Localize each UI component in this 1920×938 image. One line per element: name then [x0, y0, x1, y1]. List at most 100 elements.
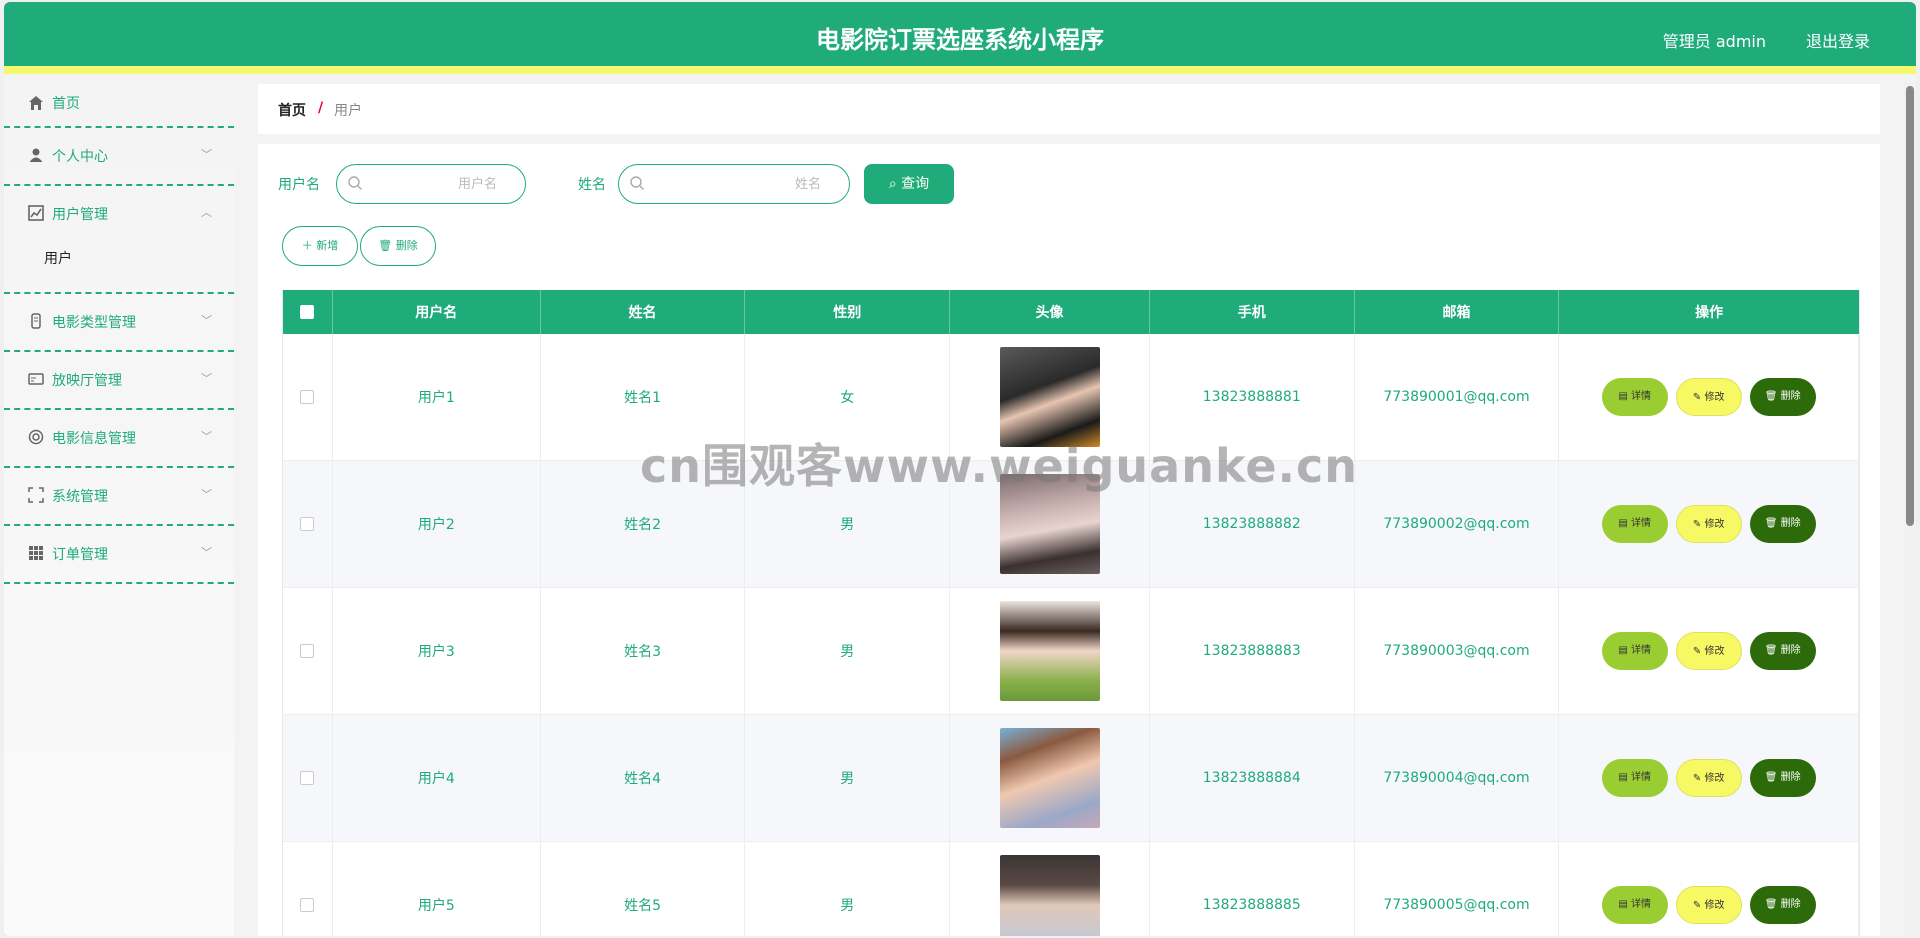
- table-row: 用户3 姓名3 男 13823888883 773890003@qq.com ▤…: [283, 588, 1859, 715]
- sidebar-subitem-user[interactable]: 用户: [44, 248, 72, 268]
- chevron-down-icon: ﹀: [201, 430, 212, 443]
- username-search-box[interactable]: [336, 164, 526, 204]
- ring-icon: [28, 429, 44, 445]
- username-search-input[interactable]: [367, 173, 497, 195]
- pencil-icon: ✎: [1692, 519, 1702, 530]
- row-checkbox[interactable]: [300, 644, 315, 658]
- cell-gender: 男: [745, 588, 951, 714]
- edit-button[interactable]: ✎ 修改: [1675, 759, 1742, 797]
- sidebar-item-movie-type[interactable]: 电影类型管理 ﹀: [4, 294, 234, 352]
- home-icon: [29, 96, 43, 110]
- detail-button[interactable]: ▤ 详情: [1601, 886, 1668, 924]
- chevron-down-icon: ﹀: [201, 314, 212, 327]
- row-checkbox[interactable]: [300, 517, 315, 531]
- edit-button[interactable]: ✎ 修改: [1675, 886, 1742, 924]
- row-delete-button[interactable]: 🗑 删除: [1749, 886, 1816, 924]
- cell-gender: 男: [745, 842, 951, 936]
- column-header-actions: 操作: [1695, 305, 1724, 321]
- query-button[interactable]: ⌕ 查询: [864, 164, 954, 204]
- search-icon: ⌕: [888, 176, 897, 192]
- detail-label: 详情: [1630, 391, 1651, 402]
- sidebar-item-label: 用户管理: [52, 207, 108, 223]
- sidebar-item-label: 首页: [52, 96, 80, 112]
- document-icon: ▤: [1618, 772, 1628, 783]
- chevron-down-icon: ﹀: [201, 148, 212, 161]
- detail-button[interactable]: ▤ 详情: [1601, 759, 1668, 797]
- row-delete-button[interactable]: 🗑 删除: [1749, 759, 1816, 797]
- avatar: [999, 855, 1100, 936]
- row-delete-button[interactable]: 🗑 删除: [1749, 378, 1816, 416]
- film-icon: [31, 313, 41, 329]
- edit-label: 修改: [1704, 773, 1725, 784]
- table-header: 用户名 姓名 性别 头像 手机 邮箱 操作: [283, 290, 1859, 334]
- edit-label: 修改: [1704, 519, 1725, 530]
- edit-button[interactable]: ✎ 修改: [1675, 378, 1742, 416]
- trash-icon: 🗑: [378, 239, 393, 252]
- cell-phone: 13823888883: [1150, 588, 1355, 714]
- edit-button[interactable]: ✎ 修改: [1675, 632, 1742, 670]
- sidebar-item-label: 系统管理: [52, 489, 108, 505]
- column-header-name: 姓名: [541, 290, 746, 334]
- pencil-icon: ✎: [1692, 773, 1702, 784]
- query-button-label: 查询: [901, 176, 930, 192]
- cell-name: 姓名4: [541, 715, 746, 841]
- search-icon: [630, 176, 644, 190]
- current-user: 管理员 admin: [1662, 32, 1766, 51]
- sidebar: 首页 个人中心 ﹀ 用户管理 ︿ 用户 电影类型管理 ﹀ 放映厅管理 ﹀ 电影信…: [4, 82, 234, 936]
- grid-icon: [29, 546, 43, 560]
- column-header-phone: 手机: [1150, 290, 1355, 334]
- name-search-box[interactable]: [618, 164, 850, 204]
- row-checkbox[interactable]: [300, 898, 315, 912]
- edit-label: 修改: [1704, 900, 1725, 911]
- sidebar-item-system[interactable]: 系统管理 ﹀: [4, 468, 234, 526]
- sidebar-item-home[interactable]: 首页: [4, 82, 234, 128]
- fullscreen-icon: [28, 487, 44, 503]
- main-content: 用户名 姓名 ⌕ 查询 ＋ 新增 🗑 删除 用户名 姓名 性别: [258, 144, 1880, 936]
- row-delete-button[interactable]: 🗑 删除: [1749, 505, 1816, 543]
- pencil-icon: ✎: [1692, 392, 1702, 403]
- document-icon: ▤: [1618, 645, 1628, 656]
- sidebar-item-movie-info[interactable]: 电影信息管理 ﹀: [4, 410, 234, 468]
- person-icon: [29, 148, 43, 162]
- trash-icon: 🗑: [1764, 899, 1778, 910]
- breadcrumb: 首页 / 用户: [258, 84, 1880, 134]
- name-search-input[interactable]: [649, 173, 821, 195]
- logout-link[interactable]: 退出登录: [1806, 28, 1870, 52]
- edit-button[interactable]: ✎ 修改: [1675, 505, 1742, 543]
- app-frame: 电影院订票选座系统小程序 管理员 admin 退出登录 首页 个人中心 ﹀ 用户…: [4, 2, 1916, 936]
- detail-button[interactable]: ▤ 详情: [1601, 632, 1668, 670]
- trash-icon: 🗑: [1764, 645, 1778, 656]
- delete-label: 删除: [1780, 391, 1801, 402]
- sidebar-item-user-management[interactable]: 用户管理 ︿ 用户: [4, 186, 234, 294]
- cell-email: 773890003@qq.com: [1355, 588, 1560, 714]
- row-delete-button[interactable]: 🗑 删除: [1749, 632, 1816, 670]
- username-label: 用户名: [278, 177, 320, 193]
- detail-label: 详情: [1630, 518, 1651, 529]
- user-table: 用户名 姓名 性别 头像 手机 邮箱 操作 用户1 姓名1 女 13823888…: [282, 290, 1860, 936]
- cell-name: 姓名5: [541, 842, 746, 936]
- cell-email: 773890002@qq.com: [1355, 461, 1560, 587]
- table-row: 用户5 姓名5 男 13823888885 773890005@qq.com ▤…: [283, 842, 1859, 936]
- trash-icon: 🗑: [1764, 518, 1778, 529]
- detail-button[interactable]: ▤ 详情: [1601, 378, 1668, 416]
- cell-phone: 13823888885: [1150, 842, 1355, 936]
- plus-icon: ＋: [301, 239, 313, 252]
- detail-button[interactable]: ▤ 详情: [1601, 505, 1668, 543]
- sidebar-item-label: 电影信息管理: [52, 431, 136, 447]
- cell-username: 用户1: [333, 334, 541, 460]
- sidebar-item-orders[interactable]: 订单管理 ﹀: [4, 526, 234, 584]
- delete-button[interactable]: 🗑 删除: [360, 226, 436, 266]
- edit-label: 修改: [1704, 392, 1725, 403]
- add-button-label: 新增: [316, 239, 339, 252]
- row-checkbox[interactable]: [300, 390, 315, 404]
- breadcrumb-home[interactable]: 首页: [278, 100, 306, 120]
- cell-email: 773890001@qq.com: [1355, 334, 1560, 460]
- scrollbar-thumb[interactable]: [1906, 86, 1914, 526]
- select-all-checkbox[interactable]: [300, 305, 315, 319]
- row-checkbox[interactable]: [300, 771, 315, 785]
- chevron-down-icon: ﹀: [201, 488, 212, 501]
- sidebar-item-hall[interactable]: 放映厅管理 ﹀: [4, 352, 234, 410]
- sidebar-item-personal-center[interactable]: 个人中心 ﹀: [4, 128, 234, 186]
- page-scrollbar[interactable]: [1904, 82, 1916, 936]
- add-button[interactable]: ＋ 新增: [282, 226, 358, 266]
